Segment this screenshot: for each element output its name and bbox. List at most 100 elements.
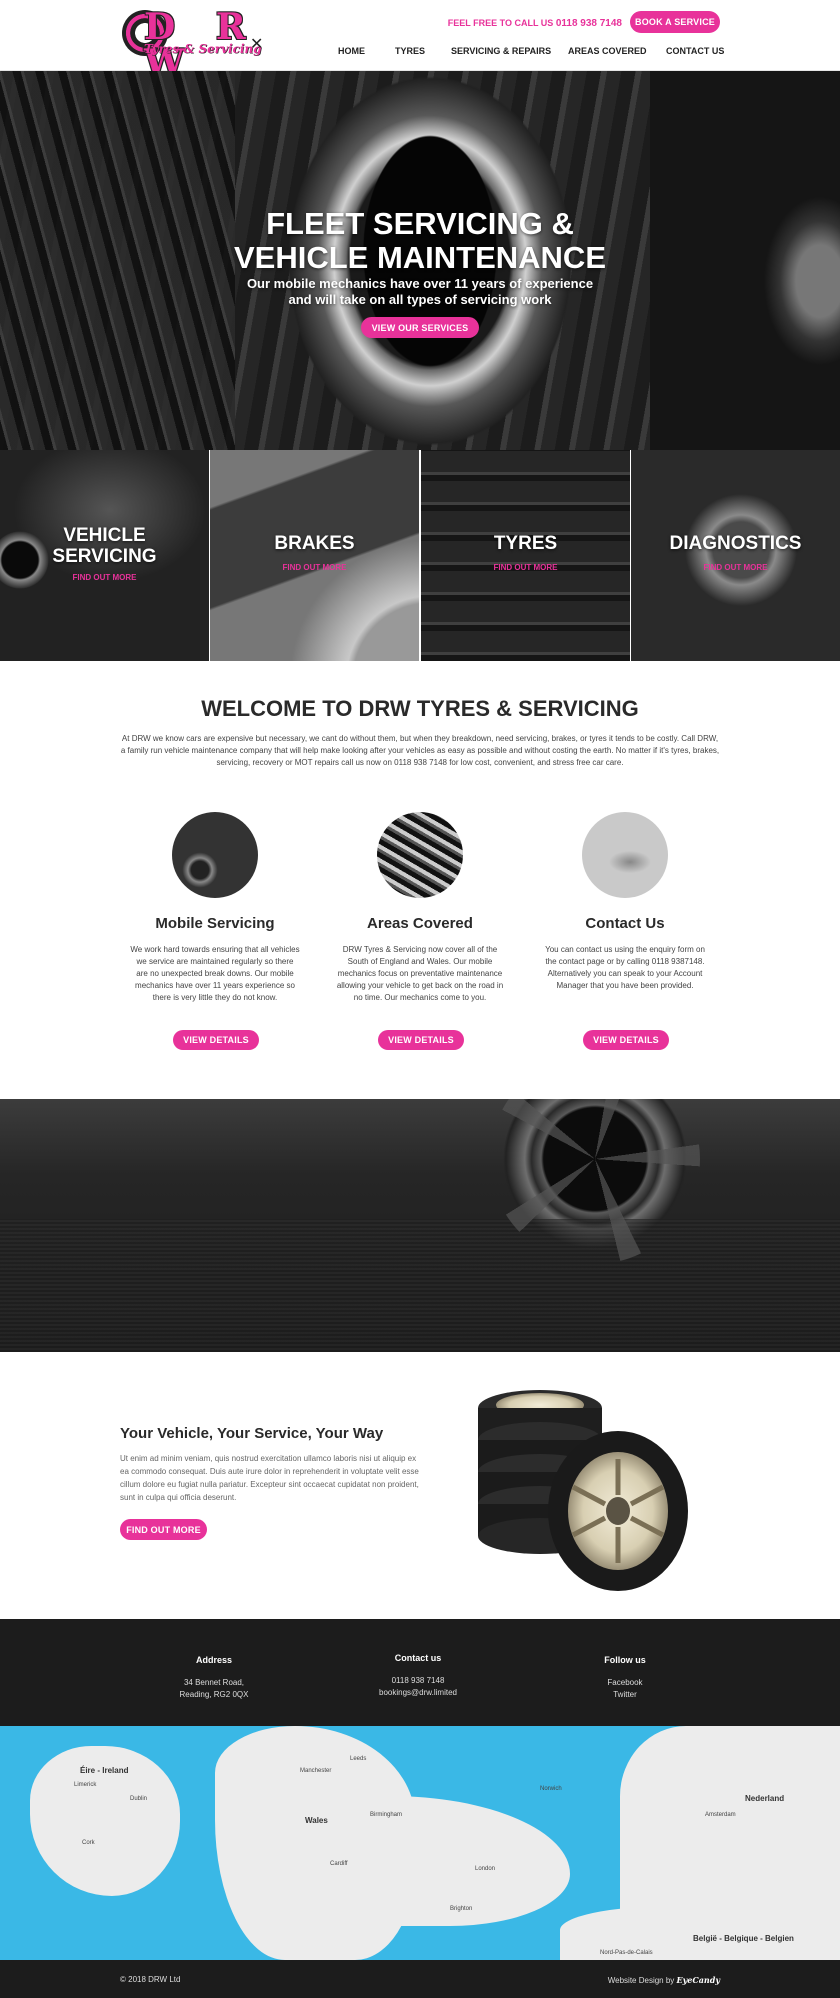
map-label-birmingham: Birmingham	[370, 1812, 403, 1818]
road-surface-image	[0, 1219, 840, 1352]
hero-title: FLEET SERVICING & VEHICLE MAINTENANCE	[170, 207, 670, 275]
service-title-line1: VEHICLE	[63, 525, 146, 546]
site-header: D R W Tyres & Servicing ✕ FEEL FREE TO C…	[0, 0, 840, 81]
find-out-more-link[interactable]: FIND OUT MORE	[210, 563, 419, 572]
contact-email[interactable]: bookings@drw.limited	[318, 1687, 518, 1699]
nav-servicing-repairs[interactable]: SERVICING & REPAIRS	[451, 46, 551, 56]
service-title: DIAGNOSTICS	[669, 533, 802, 554]
map-label-cardiff: Cardiff	[330, 1861, 348, 1867]
credit-brand-link[interactable]: EyeCandy	[677, 1975, 720, 1985]
main-nav: HOME TYRES SERVICING & REPAIRS AREAS COV…	[330, 46, 724, 60]
hero-banner: FLEET SERVICING & VEHICLE MAINTENANCE Ou…	[0, 71, 840, 450]
map-label-ireland: Éire - Ireland	[80, 1766, 129, 1775]
map-label-belgie: België - Belgique - Belgien	[693, 1934, 794, 1943]
map-label-dublin: Dublin	[130, 1796, 148, 1802]
service-diagnostics[interactable]: DIAGNOSTICS FIND OUT MORE	[631, 450, 840, 661]
service-title: TYRES	[493, 533, 558, 554]
tyre-stack-image	[421, 450, 630, 661]
find-out-more-link[interactable]: FIND OUT MORE	[631, 563, 840, 572]
drw-logo[interactable]: D R W Tyres & Servicing ✕	[120, 6, 265, 81]
service-title-line2: SERVICING	[52, 546, 157, 567]
nav-areas-covered[interactable]: AREAS COVERED	[568, 46, 647, 56]
call-label: FEEL FREE TO CALL US	[447, 18, 554, 28]
feature-text: We work hard towards ensuring that all v…	[130, 945, 300, 1002]
feature-mobile-servicing: Mobile Servicing We work hard towards en…	[130, 812, 300, 1050]
map-label-nord: Nord-Pas-de-Calais	[600, 1950, 653, 1956]
nav-tyres[interactable]: TYRES	[395, 46, 425, 56]
facebook-link[interactable]: Facebook	[525, 1677, 725, 1689]
address-line1: 34 Bennet Road,	[183, 1678, 245, 1687]
brake-pad-image	[210, 450, 419, 661]
book-service-button[interactable]: BOOK A SERVICE	[630, 11, 720, 33]
design-credit: Website Design by EyeCandy	[608, 1975, 720, 1985]
feature-title: Areas Covered	[367, 915, 473, 932]
view-services-button[interactable]: VIEW OUR SERVICES	[361, 317, 479, 338]
map-label-wales: Wales	[305, 1816, 328, 1825]
feature-title: Contact Us	[585, 915, 665, 932]
nav-home[interactable]: HOME	[338, 46, 365, 56]
find-out-more-link[interactable]: FIND OUT MORE	[421, 563, 630, 572]
brake-caliper-image	[631, 450, 840, 661]
location-map[interactable]: Éire - Ireland Limerick Dublin Cork Manc…	[0, 1726, 840, 1960]
view-details-button[interactable]: VIEW DETAILS	[583, 1030, 669, 1050]
address-heading: Address	[195, 1655, 232, 1665]
map-label-london: London	[475, 1866, 496, 1872]
footer-address: Address 34 Bennet Road, Reading, RG2 0QX	[114, 1655, 314, 1701]
call-us-text: FEEL FREE TO CALL US 0118 938 7148	[430, 14, 622, 33]
hero-subtitle-line2: and will take on all types of servicing …	[288, 292, 552, 307]
stacked-tyres-image	[478, 1390, 688, 1591]
map-label-amsterdam: Amsterdam	[705, 1812, 736, 1818]
service-brakes[interactable]: BRAKES FIND OUT MORE	[210, 450, 419, 661]
logo-script: Tyres & Servicing	[144, 42, 262, 56]
map-label-brighton: Brighton	[450, 1906, 473, 1912]
feature-title: Mobile Servicing	[155, 915, 275, 932]
view-details-button[interactable]: VIEW DETAILS	[378, 1030, 464, 1050]
call-number[interactable]: 0118 938 7148	[556, 18, 622, 29]
feature-text: DRW Tyres & Servicing now cover all of t…	[336, 945, 504, 1002]
nav-contact-us[interactable]: CONTACT US	[666, 46, 724, 56]
contact-phone[interactable]: 0118 938 7148	[318, 1675, 518, 1687]
feature-text: You can contact us using the enquiry for…	[545, 945, 705, 990]
engine-work-photo	[377, 812, 463, 898]
cornwall-landmass	[240, 1901, 330, 1936]
find-out-more-link[interactable]: FIND OUT MORE	[0, 573, 209, 582]
map-label-norwich: Norwich	[540, 1786, 562, 1792]
map-label-nederland: Nederland	[745, 1794, 785, 1803]
service-title: VEHICLE SERVICING	[0, 525, 209, 567]
follow-heading: Follow us	[604, 1655, 646, 1665]
map-label-cork: Cork	[82, 1840, 95, 1846]
copyright-text: © 2018 DRW Ltd	[120, 1975, 181, 1984]
address-line2: Reading, RG2 0QX	[179, 1690, 249, 1699]
feature-areas-covered: Areas Covered DRW Tyres & Servicing now …	[335, 812, 505, 1050]
find-out-more-button[interactable]: FIND OUT MORE	[120, 1519, 207, 1540]
twitter-link[interactable]: Twitter	[525, 1689, 725, 1701]
tools-icon: ✕	[250, 36, 264, 53]
hero-subtitle: Our mobile mechanics have over 11 years …	[220, 276, 620, 308]
footer-contact: Contact us 0118 938 7148 bookings@drw.li…	[318, 1653, 518, 1699]
welcome-title: WELCOME TO DRW TYRES & SERVICING	[201, 696, 639, 721]
bottom-bar: © 2018 DRW Ltd Website Design by EyeCand…	[0, 1960, 840, 1998]
hero-title-line2: VEHICLE MAINTENANCE	[233, 240, 606, 275]
map-label-leeds: Leeds	[350, 1756, 367, 1762]
view-details-button[interactable]: VIEW DETAILS	[173, 1030, 259, 1050]
map-label-limerick: Limerick	[74, 1782, 97, 1788]
mechanic-photo	[172, 812, 258, 898]
services-strip: VEHICLE SERVICING FIND OUT MORE BRAKES F…	[0, 450, 840, 661]
feature-contact-us: Contact Us You can contact us using the …	[540, 812, 710, 1050]
site-footer: Address 34 Bennet Road, Reading, RG2 0QX…	[0, 1619, 840, 1726]
footer-follow: Follow us Facebook Twitter	[525, 1655, 725, 1701]
credit-prefix: Website Design by	[607, 1976, 675, 1985]
phone-hands-photo	[582, 812, 668, 898]
contact-heading: Contact us	[394, 1653, 442, 1663]
welcome-text: At DRW we know cars are expensive but ne…	[120, 734, 720, 767]
hero-subtitle-line1: Our mobile mechanics have over 11 years …	[246, 276, 594, 291]
service-title: BRAKES	[274, 533, 355, 554]
vehicle-title: Your Vehicle, Your Service, Your Way	[120, 1425, 384, 1442]
map-label-manchester: Manchester	[300, 1768, 332, 1774]
vehicle-text: Ut enim ad minim veniam, quis nostrud ex…	[120, 1454, 419, 1502]
hero-title-line1: FLEET SERVICING &	[266, 206, 574, 241]
car-rim-image	[650, 71, 840, 450]
service-vehicle-servicing[interactable]: VEHICLE SERVICING FIND OUT MORE	[0, 450, 209, 661]
service-tyres[interactable]: TYRES FIND OUT MORE	[421, 450, 630, 661]
car-wheel-banner	[0, 1099, 840, 1352]
